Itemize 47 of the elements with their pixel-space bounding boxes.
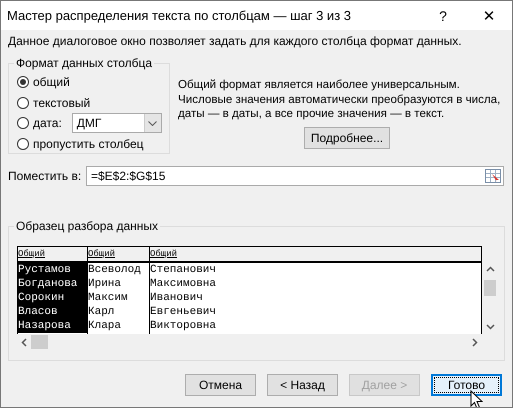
preview-cell: Власов bbox=[18, 306, 58, 318]
dialog-button[interactable]: < Назад bbox=[267, 374, 338, 396]
group-title: Образец разбора данных bbox=[15, 219, 160, 233]
destination-field[interactable]: =$E$2:$G$15 bbox=[86, 166, 504, 186]
option-label[interactable]: пропустить столбец bbox=[33, 136, 144, 151]
help-button[interactable]: ? bbox=[420, 1, 466, 30]
preview-cell: Евгеньевич bbox=[150, 306, 216, 318]
chevron-down-icon bbox=[148, 120, 158, 126]
scroll-left-icon[interactable] bbox=[21, 338, 27, 346]
group-title: Формат данных столбца bbox=[15, 56, 154, 70]
radio-button[interactable] bbox=[17, 138, 29, 150]
preview-cell: Ирина bbox=[88, 278, 122, 290]
destination-label: Поместить в: bbox=[8, 169, 82, 183]
radio-button[interactable] bbox=[17, 76, 29, 88]
preview-cell: Викторовна bbox=[150, 320, 216, 332]
scroll-right-icon[interactable] bbox=[472, 338, 478, 346]
option-label[interactable]: дата: bbox=[33, 116, 62, 130]
preview-cell: Максимовна bbox=[150, 278, 216, 290]
preview-cell: Степанович bbox=[150, 264, 216, 276]
radio-button[interactable] bbox=[17, 117, 29, 130]
description-text: Общий формат является наиболее универсальным. Числовые значения автоматически преобразуются в числа, даты — в даты, а все прочие значения — в текст. bbox=[178, 78, 502, 122]
preview-cell: Всеволод bbox=[88, 264, 141, 276]
scroll-thumb[interactable] bbox=[31, 335, 48, 349]
details-button[interactable]: Подробнее... bbox=[304, 126, 390, 148]
scroll-thumb[interactable] bbox=[484, 280, 496, 296]
preview-cell: Максим bbox=[88, 292, 128, 304]
finish-button[interactable]: Готово bbox=[431, 374, 502, 396]
option-label[interactable]: текстовый bbox=[33, 96, 90, 110]
range-select-icon[interactable] bbox=[485, 169, 501, 183]
date-dropdown[interactable]: ДМГ bbox=[72, 113, 162, 134]
preview-cell: Иванович bbox=[150, 292, 203, 304]
option-label[interactable]: общий bbox=[33, 75, 70, 90]
preview-cell: Рустамов bbox=[18, 264, 71, 276]
preview-cell: Карл bbox=[88, 306, 114, 318]
preview-cell: Богданова bbox=[18, 278, 78, 290]
radio-button[interactable] bbox=[17, 96, 29, 109]
scroll-down-icon[interactable] bbox=[486, 324, 494, 330]
preview-cell: Назарова bbox=[18, 320, 71, 332]
scroll-up-icon[interactable] bbox=[486, 266, 494, 272]
close-button[interactable]: ✕ bbox=[466, 1, 512, 30]
intro-text: Данное диалоговое окно позволяет задать для каждого столбца формат данных. bbox=[8, 34, 463, 48]
preview-cell: Клара bbox=[88, 320, 122, 332]
preview-cell: Сорокин bbox=[18, 292, 64, 304]
dialog-button[interactable]: Отмена bbox=[185, 374, 256, 396]
window-title: Мастер распределения текста по столбцам — шаг 3 из 3 bbox=[6, 8, 352, 23]
column-header[interactable]: Общий bbox=[150, 249, 178, 259]
mouse-pointer-icon bbox=[470, 390, 483, 407]
